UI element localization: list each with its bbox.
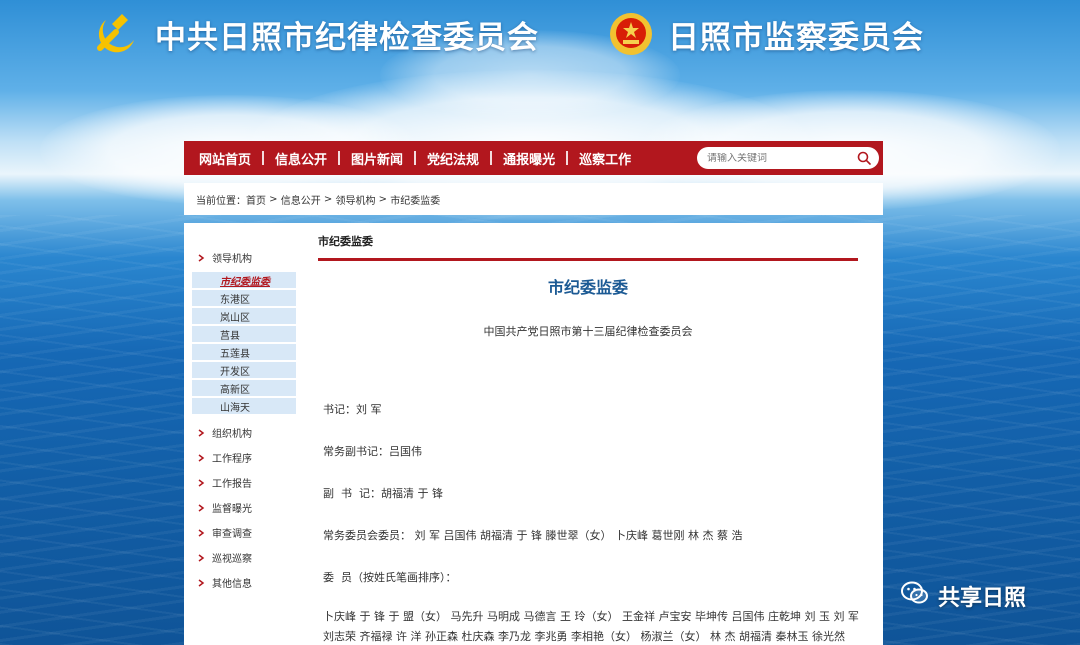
sidebar-item-procedure[interactable]: 工作程序 (190, 445, 298, 470)
sidebar-item-label: 巡视巡察 (212, 554, 252, 565)
breadcrumb-current[interactable]: 市纪委监委 (390, 192, 440, 207)
sidebar: 领导机构 市纪委监委 东港区 岚山区 莒县 五莲县 开发区 高新区 山海天 组织… (190, 245, 298, 595)
sidebar-item-label: 组织机构 (212, 429, 252, 440)
sidebar-subitem-shanhaitian[interactable]: 山海天 (192, 398, 296, 414)
main-nav: 网站首页 信息公开 图片新闻 党纪法规 通报曝光 巡察工作 (184, 141, 883, 175)
breadcrumb-separator: > (375, 193, 391, 205)
search-box (697, 147, 879, 169)
sidebar-subitem-gaoxinqu[interactable]: 高新区 (192, 380, 296, 396)
sidebar-item-label: 工作程序 (212, 454, 252, 465)
chevron-right-icon (196, 253, 206, 263)
party-emblem-icon (92, 10, 140, 58)
cdi-org-name: 中共日照市纪律检查委员会 (155, 20, 539, 56)
sidebar-item-investigation[interactable]: 审查调查 (190, 520, 298, 545)
sidebar-item-supervision[interactable]: 监督曝光 (190, 495, 298, 520)
article: 市纪委监委 市纪委监委 中国共产党日照市第十三届纪律检查委员会 书记：刘 军 常… (318, 233, 859, 645)
nav-photo-news[interactable]: 图片新闻 (342, 149, 412, 168)
section-title: 市纪委监委 (318, 233, 858, 261)
content-panel: 领导机构 市纪委监委 东港区 岚山区 莒县 五莲县 开发区 高新区 山海天 组织… (184, 223, 883, 645)
chevron-right-icon (196, 528, 206, 538)
search-icon[interactable] (855, 149, 873, 167)
nav-inspection[interactable]: 巡察工作 (570, 149, 640, 168)
breadcrumb: 当前位置： 首页 > 信息公开 > 领导机构 > 市纪委监委 (184, 183, 883, 215)
sidebar-item-label: 监督曝光 (212, 504, 252, 515)
standing-committee-line: 常务委员会委员： 刘 军 吕国伟 胡福清 于 锋 滕世翠（女） 卜庆峰 葛世刚 … (323, 529, 743, 542)
sidebar-item-label: 其他信息 (212, 579, 252, 590)
exec-deputy-line: 常务副书记：吕国伟 (323, 445, 422, 458)
search-input[interactable] (707, 152, 852, 164)
watermark-text: 共享日照 (938, 586, 1027, 611)
watermark: 共享日照 (900, 580, 1026, 612)
sidebar-item-reports[interactable]: 工作报告 (190, 470, 298, 495)
breadcrumb-link-home[interactable]: 首页 (246, 192, 266, 207)
sidebar-subitem-city[interactable]: 市纪委监委 (192, 272, 296, 288)
sidebar-item-label: 领导机构 (212, 254, 252, 265)
breadcrumb-separator: > (266, 193, 281, 205)
breadcrumb-link-leadership[interactable]: 领导机构 (336, 192, 376, 207)
nav-exposure[interactable]: 通报曝光 (494, 149, 564, 168)
chevron-right-icon (196, 578, 206, 588)
sidebar-item-other[interactable]: 其他信息 (190, 570, 298, 595)
members-list: 卜庆峰 于 锋 于 盟（女） 马先升 马明成 马德言 王 玲（女） 王金祥 卢宝… (323, 610, 859, 643)
sidebar-subitem-kaifaqu[interactable]: 开发区 (192, 362, 296, 378)
sidebar-subitem-lanshan[interactable]: 岚山区 (192, 308, 296, 324)
nav-info-public[interactable]: 信息公开 (266, 149, 336, 168)
sidebar-subitem-donggang[interactable]: 东港区 (192, 290, 296, 306)
sidebar-sublist: 市纪委监委 东港区 岚山区 莒县 五莲县 开发区 高新区 山海天 (190, 272, 298, 414)
supervision-org-name: 日照市监察委员会 (668, 20, 924, 56)
nav-divider (338, 151, 341, 165)
secretary-line: 书记：刘 军 (323, 403, 382, 416)
sidebar-item-organization[interactable]: 组织机构 (190, 420, 298, 445)
nav-divider (490, 151, 493, 165)
nav-divider (414, 151, 417, 165)
sidebar-subitem-juxian[interactable]: 莒县 (192, 326, 296, 342)
wechat-icon (900, 580, 930, 612)
members-label: 委 员（按姓氏笔画排序）： (323, 571, 457, 584)
breadcrumb-separator: > (320, 193, 336, 205)
deputies-line: 副 书 记：胡福清 于 锋 (323, 487, 443, 500)
sidebar-item-label: 工作报告 (212, 479, 252, 490)
nav-divider (566, 151, 569, 165)
sidebar-item-patrol[interactable]: 巡视巡察 (190, 545, 298, 570)
chevron-right-icon (196, 453, 206, 463)
sidebar-subitem-wulian[interactable]: 五莲县 (192, 344, 296, 360)
nav-regulations[interactable]: 党纪法规 (418, 149, 488, 168)
article-subtitle: 中国共产党日照市第十三届纪律检查委员会 (483, 325, 693, 338)
sidebar-item-label: 审查调查 (212, 529, 252, 540)
national-emblem-icon (607, 10, 655, 58)
chevron-right-icon (196, 478, 206, 488)
site-header: 中共日照市纪律检查委员会 日照市监察委员会 (0, 0, 1080, 70)
chevron-right-icon (196, 428, 206, 438)
nav-divider (262, 151, 265, 165)
breadcrumb-link-info-public[interactable]: 信息公开 (281, 192, 321, 207)
nav-home[interactable]: 网站首页 (190, 149, 260, 168)
sidebar-item-leadership[interactable]: 领导机构 (190, 245, 298, 270)
chevron-right-icon (196, 503, 206, 513)
chevron-right-icon (196, 553, 206, 563)
article-title: 市纪委监委 (547, 278, 628, 297)
breadcrumb-prefix: 当前位置： (196, 195, 246, 207)
